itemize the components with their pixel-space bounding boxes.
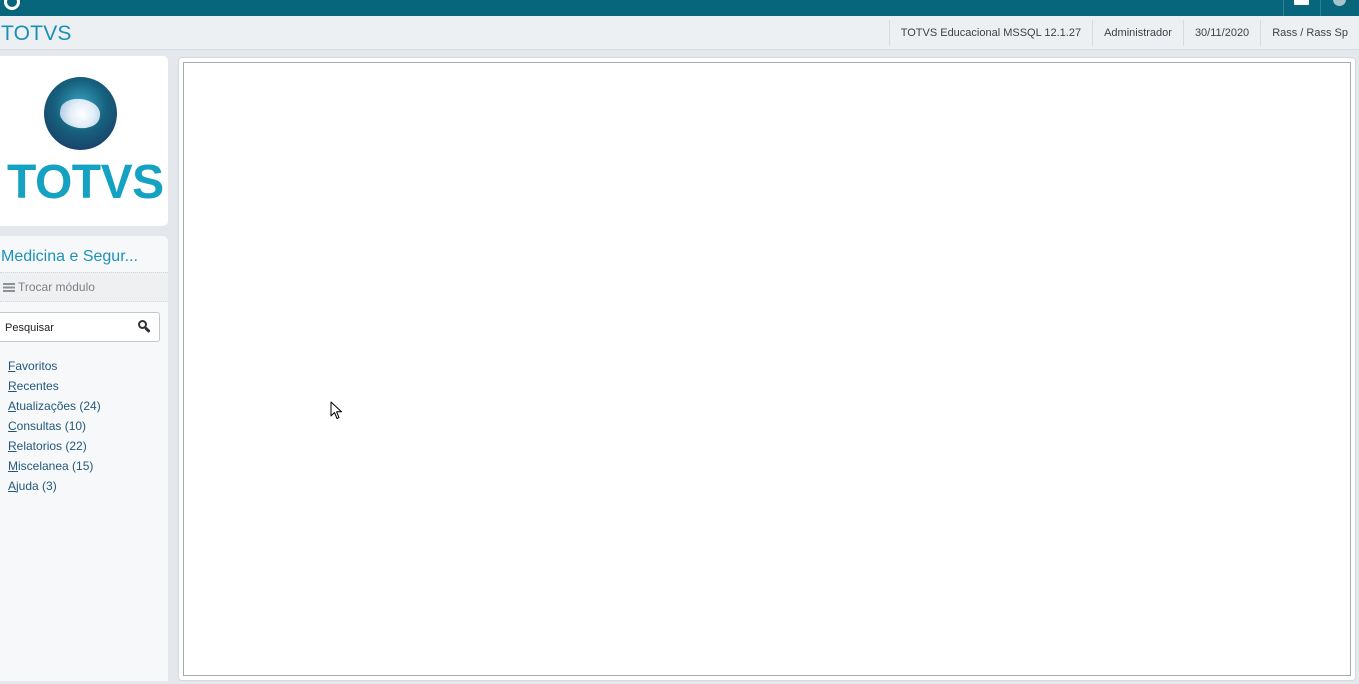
session-info: TOTVS Educacional MSSQL 12.1.27 Administ… [888, 20, 1359, 46]
search-icon[interactable] [137, 319, 153, 335]
info-icon[interactable] [1333, 0, 1346, 6]
header-bar: TOTVS TOTVS Educacional MSSQL 12.1.27 Ad… [0, 16, 1359, 50]
totvs-logo-globe-icon [44, 77, 117, 150]
top-bar-divider [1283, 0, 1284, 16]
top-bar-divider [1320, 0, 1321, 16]
switch-module-button[interactable]: Trocar módulo [0, 272, 168, 302]
user-label[interactable]: Administrador [1092, 20, 1183, 46]
environment-label[interactable]: TOTVS Educacional MSSQL 12.1.27 [888, 20, 1092, 46]
hamburger-icon [3, 283, 15, 292]
search-input[interactable] [5, 320, 125, 336]
menu-item-ajuda[interactable]: Ajuda (3) [8, 476, 101, 496]
logo-panel: TOTVS [0, 56, 168, 226]
menu-item-atualizacoes[interactable]: Atualizações (24) [8, 396, 101, 416]
menu-item-relatorios[interactable]: Relatorios (22) [8, 436, 101, 456]
top-bar [0, 0, 1359, 16]
menu-item-recentes[interactable]: Recentes [8, 376, 101, 396]
menu-item-consultas[interactable]: Consultas (10) [8, 416, 101, 436]
logo-highlight [58, 96, 102, 131]
company-label[interactable]: Rass / Rass Sp [1260, 20, 1359, 46]
menu-item-miscelanea[interactable]: Miscelanea (15) [8, 456, 101, 476]
workspace-area[interactable] [183, 62, 1351, 676]
workspace-panel [178, 57, 1356, 681]
screen-icon[interactable] [1294, 0, 1309, 5]
menu-list: Favoritos Recentes Atualizações (24) Con… [8, 356, 101, 496]
date-label[interactable]: 30/11/2020 [1182, 20, 1260, 46]
search-box [0, 312, 160, 342]
module-title: Medicina e Segur... [1, 248, 138, 265]
logo-text: TOTVS [7, 156, 164, 209]
brand-title: TOTVS [1, 22, 72, 45]
mouse-cursor-icon [330, 401, 342, 419]
menu-item-favoritos[interactable]: Favoritos [8, 356, 101, 376]
switch-module-label: Trocar módulo [18, 280, 95, 294]
sidebar-menu: Medicina e Segur... Trocar módulo Favori… [0, 236, 168, 681]
totvs-small-logo-icon [4, 0, 20, 10]
